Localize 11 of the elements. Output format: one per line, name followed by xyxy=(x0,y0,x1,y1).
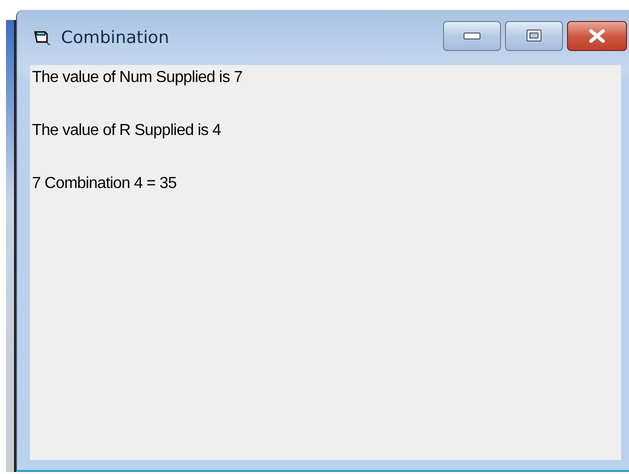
output-label: The value of R Supplied is 4 xyxy=(32,121,221,141)
window-title: Combination xyxy=(61,28,170,48)
output-label: The value of Num Supplied is 7 xyxy=(32,68,242,88)
maximize-button[interactable] xyxy=(505,20,563,50)
minimize-icon xyxy=(463,32,481,40)
close-icon xyxy=(588,28,606,42)
window-icon xyxy=(33,28,53,46)
minimize-button[interactable] xyxy=(443,20,501,50)
output-label: 7 Combination 4 = 35 xyxy=(32,174,177,194)
maximize-icon xyxy=(526,29,542,42)
close-button[interactable] xyxy=(567,20,627,50)
